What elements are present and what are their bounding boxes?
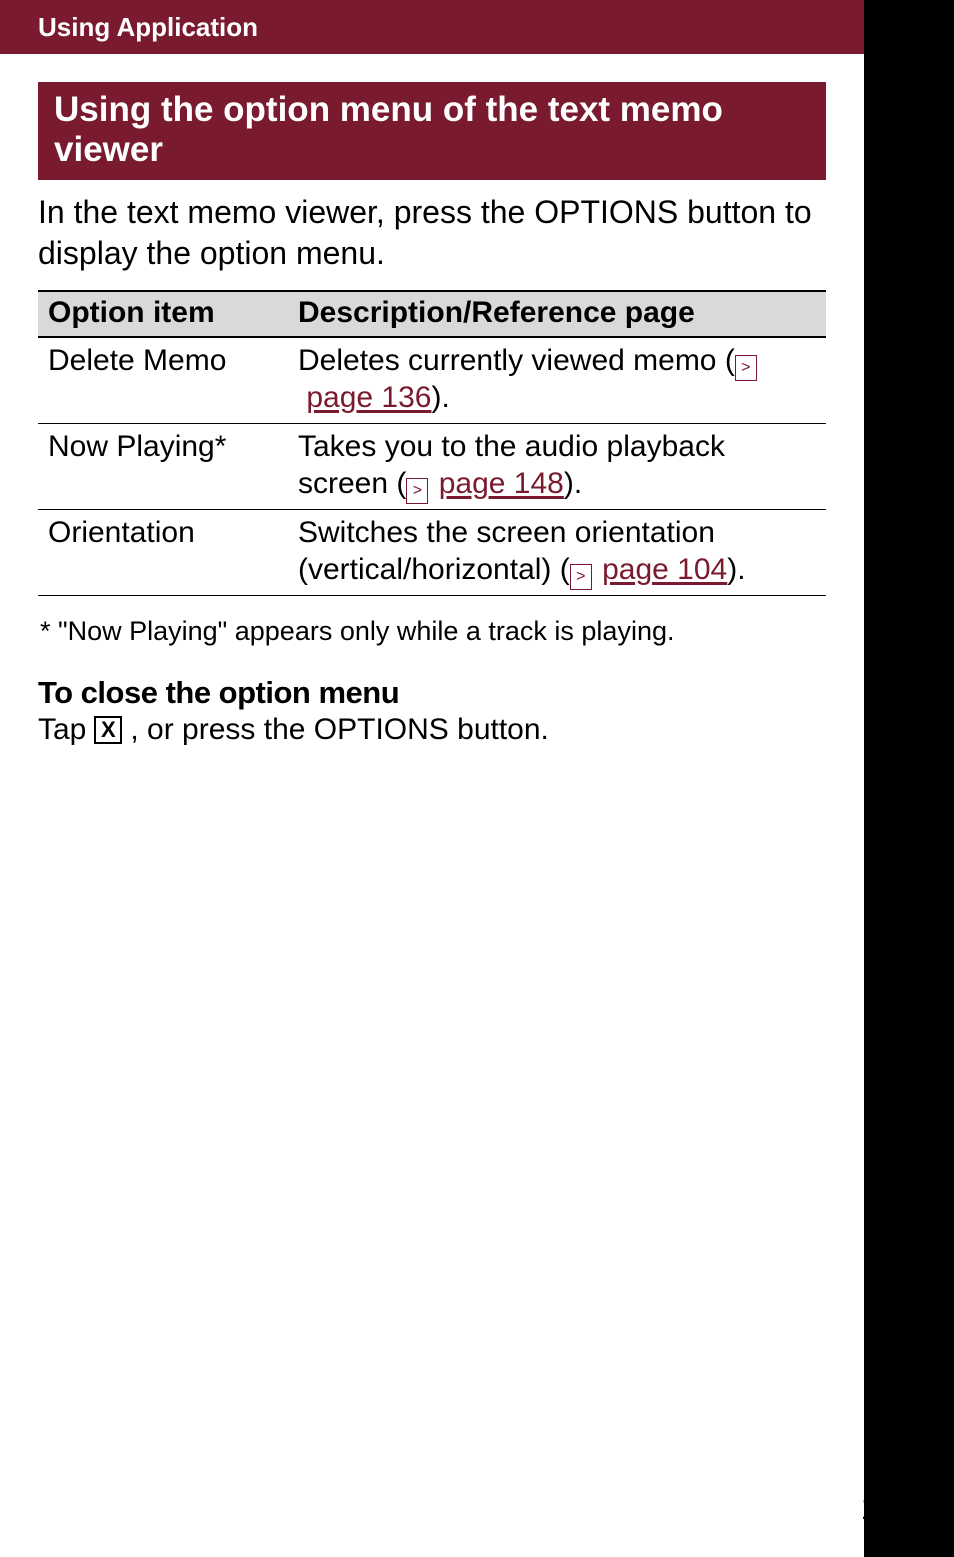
close-instruction: Tap X , or press the OPTIONS button. — [38, 713, 826, 747]
option-desc-cell: Takes you to the audio playback screen (… — [288, 423, 826, 509]
option-item-cell: Delete Memo — [38, 337, 288, 424]
option-desc-cell: Switches the screen orientation (vertica… — [288, 509, 826, 595]
option-item-cell: Now Playing* — [38, 423, 288, 509]
pageref-icon: > — [406, 478, 428, 504]
pageref-link[interactable]: page 148 — [439, 467, 564, 500]
pageref-icon: > — [570, 564, 592, 590]
close-icon: X — [94, 716, 122, 744]
section-header-band: Using Application — [0, 0, 954, 54]
table-header-row: Option item Description/Reference page — [38, 291, 826, 337]
page-content: Using the option menu of the text memo v… — [0, 54, 864, 747]
pageref-icon: > — [735, 355, 757, 381]
section-header-text: Using Application — [38, 12, 258, 43]
table-row: Delete Memo Deletes currently viewed mem… — [38, 337, 826, 424]
right-black-edge — [864, 0, 954, 1557]
close-heading: To close the option menu — [38, 675, 826, 711]
pageref-link[interactable]: page 136 — [306, 381, 431, 414]
intro-paragraph: In the text memo viewer, press the OPTIO… — [38, 192, 826, 274]
options-table: Option item Description/Reference page D… — [38, 290, 826, 596]
option-desc-cell: Deletes currently viewed memo (> page 13… — [288, 337, 826, 424]
page-title-bar: Using the option menu of the text memo v… — [38, 82, 826, 180]
table-row: Orientation Switches the screen orientat… — [38, 509, 826, 595]
table-row: Now Playing* Takes you to the audio play… — [38, 423, 826, 509]
pageref-link[interactable]: page 104 — [602, 553, 727, 586]
option-item-cell: Orientation — [38, 509, 288, 595]
footnote-text: * "Now Playing" appears only while a tra… — [38, 616, 826, 647]
table-header-description: Description/Reference page — [288, 291, 826, 337]
table-header-option-item: Option item — [38, 291, 288, 337]
